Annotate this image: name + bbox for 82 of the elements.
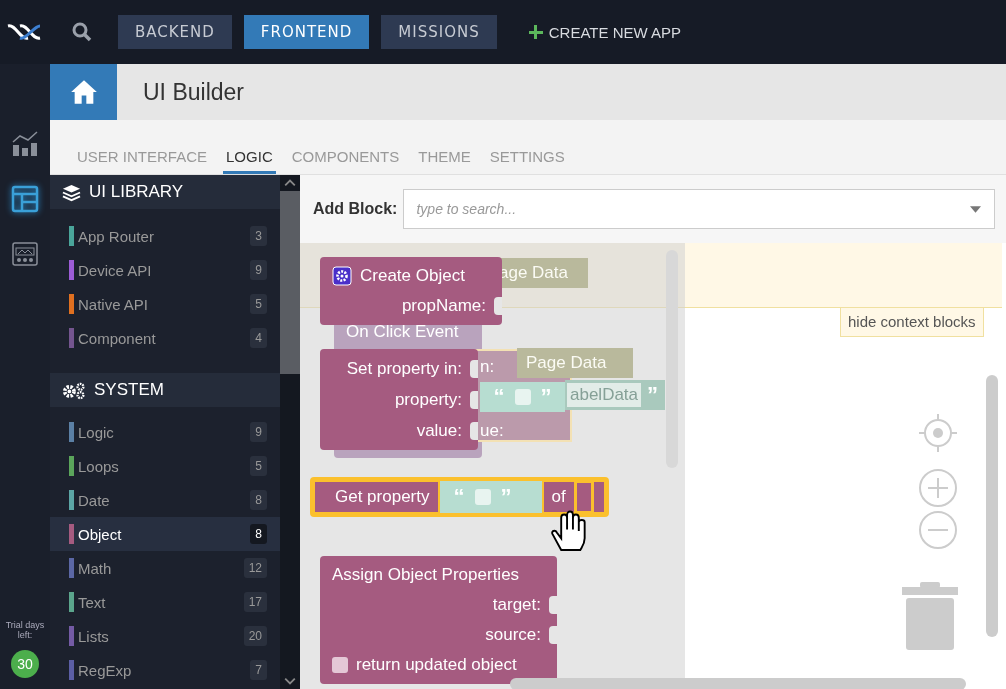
count-badge: 20 — [243, 626, 267, 646]
count-badge: 5 — [250, 456, 267, 476]
block-input-label: propName: — [401, 296, 486, 316]
trash-icon[interactable] — [902, 582, 958, 650]
code-block[interactable]: Get property “ ” of — [310, 477, 609, 517]
count-badge: 9 — [250, 260, 267, 280]
trial-label: Trial days left: — [4, 620, 46, 640]
count-badge: 8 — [250, 524, 267, 544]
input-socket — [549, 626, 557, 644]
section-header[interactable]: SYSTEM — [50, 373, 280, 407]
block-title: Get property — [335, 487, 430, 507]
code-block[interactable]: Assign Object Properties target: source: return updated object — [320, 556, 557, 684]
category-item[interactable]: Loops 5 — [50, 449, 280, 483]
count-badge: 17 — [243, 592, 267, 612]
input-socket — [549, 596, 557, 614]
checkbox[interactable] — [332, 657, 348, 673]
block-search-field[interactable]: type to search... — [403, 189, 996, 229]
category-item[interactable]: Date 8 — [50, 483, 280, 517]
scroll-up-icon[interactable] — [284, 179, 296, 187]
scrollbar[interactable] — [510, 678, 966, 689]
block-input-label: property: — [394, 389, 462, 410]
scrollbar[interactable] — [666, 250, 678, 468]
count-badge: 3 — [250, 226, 267, 246]
block-label: of — [551, 487, 566, 507]
category-item[interactable]: App Router 3 — [50, 219, 280, 253]
chart-icon[interactable] — [11, 130, 39, 158]
gear-icon[interactable] — [332, 266, 352, 286]
category-item[interactable]: Native API 5 — [50, 287, 280, 321]
create-app-button[interactable]: CREATE NEW APP — [522, 22, 687, 42]
section-header[interactable]: UI LIBRARY — [50, 175, 280, 209]
block-title: Assign Object Properties — [332, 565, 520, 585]
scrollbar[interactable] — [986, 375, 998, 637]
layers-icon — [62, 182, 81, 202]
code-block[interactable]: Create Object propName: — [320, 257, 502, 325]
home-button[interactable] — [50, 64, 117, 120]
nav-button[interactable]: BACKEND — [118, 15, 232, 49]
block-title: Create Object — [360, 266, 465, 286]
count-badge: 5 — [250, 294, 267, 314]
checkbox-label: return updated object — [356, 655, 517, 675]
category-item[interactable]: Text 17 — [50, 585, 280, 619]
count-badge: 4 — [250, 328, 267, 348]
code-block[interactable]: Set property in: property: value: — [320, 349, 478, 450]
layout-icon[interactable] — [11, 185, 39, 213]
faded-string-block: abelData ” — [565, 380, 665, 410]
zoom-out-icon[interactable] — [918, 510, 958, 550]
empty-input-slot[interactable] — [573, 480, 594, 514]
input-socket — [470, 390, 478, 409]
category-item[interactable]: RegExp 7 — [50, 653, 280, 687]
count-badge: 9 — [250, 422, 267, 442]
nav-button[interactable]: MISSIONS — [381, 15, 497, 49]
category-item[interactable]: Component 4 — [50, 321, 280, 355]
count-badge: 7 — [250, 660, 267, 680]
logo-icon[interactable] — [6, 22, 42, 42]
input-socket — [470, 359, 478, 378]
search-icon[interactable] — [72, 22, 92, 42]
caret-icon — [970, 206, 982, 213]
input-socket — [494, 297, 502, 315]
scroll-down-icon[interactable] — [284, 677, 296, 685]
input-socket — [470, 421, 478, 440]
block-input-label: Set property in: — [346, 358, 462, 379]
hide-context-button[interactable]: hide context blocks — [840, 308, 984, 337]
gears-icon — [62, 380, 86, 400]
home-icon — [69, 79, 98, 105]
category-item[interactable]: Lists 20 — [50, 619, 280, 653]
block-input-label: target: — [492, 595, 541, 615]
category-item[interactable]: Math 12 — [50, 551, 280, 585]
block-input-label: source: — [485, 625, 541, 645]
trial-days-badge: 30 — [11, 650, 39, 678]
nav-button[interactable]: FRONTEND — [243, 15, 370, 49]
dashboard-icon[interactable] — [11, 240, 39, 268]
scrollbar[interactable] — [280, 175, 300, 689]
count-badge: 8 — [250, 490, 267, 510]
category-item[interactable]: Device API 9 — [50, 253, 280, 287]
add-block-label: Add Block: — [313, 200, 398, 218]
center-target-icon[interactable] — [918, 413, 958, 453]
page-title: UI Builder — [143, 78, 244, 106]
zoom-in-icon[interactable] — [918, 468, 958, 508]
count-badge: 12 — [243, 558, 267, 578]
block-input-label: value: — [416, 420, 462, 441]
category-item[interactable]: Logic 9 — [50, 415, 280, 449]
faded-context-block: Page Data — [517, 348, 633, 378]
category-item[interactable]: Object 8 — [50, 517, 280, 551]
